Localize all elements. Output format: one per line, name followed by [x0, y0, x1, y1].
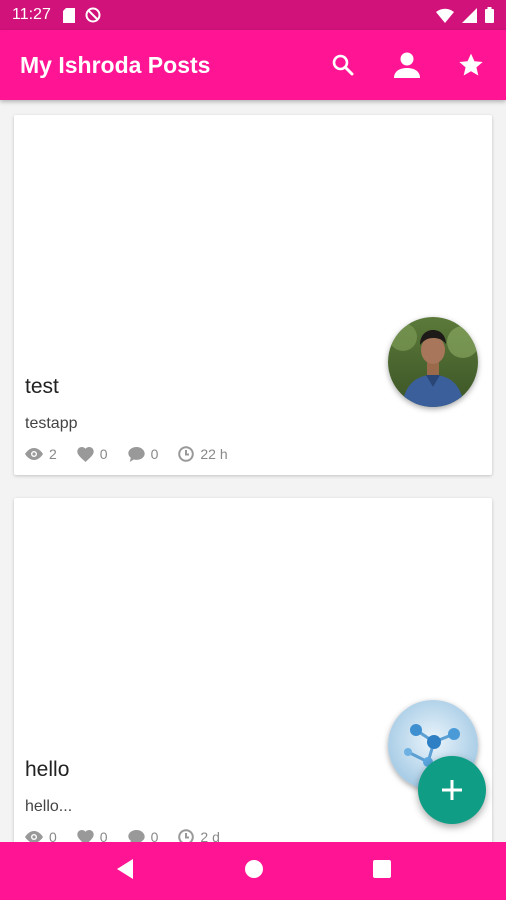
likes-count: 0 [99, 446, 108, 462]
heart-icon [77, 446, 94, 462]
heart-icon [77, 829, 94, 842]
comment-icon [127, 829, 145, 842]
comments-stat[interactable]: 0 [127, 446, 159, 462]
comments-stat[interactable]: 0 [127, 829, 159, 842]
home-icon [244, 859, 263, 878]
back-button[interactable] [115, 858, 135, 885]
app-bar: My Ishroda Posts [0, 30, 506, 100]
post-age: 22 h [200, 446, 228, 462]
comments-count: 0 [150, 829, 159, 842]
person-icon[interactable] [392, 50, 422, 80]
post-excerpt: hello... [25, 798, 73, 815]
add-post-button[interactable] [418, 756, 486, 824]
post-stats: 0 0 0 2 d [25, 829, 240, 842]
age-stat: 22 h [178, 446, 228, 462]
status-time: 11:27 [12, 6, 51, 23]
page-title: My Ishroda Posts [20, 51, 211, 78]
views-stat: 2 [25, 446, 57, 462]
status-bar: 11:27 [0, 0, 506, 30]
likes-stat[interactable]: 0 [77, 446, 108, 462]
clock-icon [178, 829, 195, 842]
no-disturb-icon [85, 7, 101, 23]
post-card[interactable]: test testapp 2 0 0 22 h [14, 115, 492, 475]
eye-icon [25, 831, 43, 842]
system-nav-bar [0, 842, 506, 900]
comments-count: 0 [150, 446, 159, 462]
signal-icon [462, 7, 477, 23]
comment-icon [127, 446, 145, 462]
search-icon[interactable] [328, 50, 358, 80]
recents-button[interactable] [373, 859, 392, 883]
views-count: 0 [49, 829, 57, 842]
post-age: 2 d [200, 829, 220, 842]
post-title: hello [25, 758, 70, 781]
recents-icon [373, 859, 392, 878]
views-count: 2 [49, 446, 57, 462]
likes-count: 0 [99, 829, 108, 842]
star-icon[interactable] [456, 50, 486, 80]
posts-feed[interactable]: test testapp 2 0 0 22 h hello hello... 0… [0, 100, 506, 842]
wifi-icon [436, 8, 454, 23]
age-stat: 2 d [178, 829, 220, 842]
sd-card-icon [62, 7, 75, 23]
home-button[interactable] [244, 859, 264, 884]
plus-icon [442, 780, 462, 800]
likes-stat[interactable]: 0 [77, 829, 108, 842]
back-icon [116, 858, 133, 879]
post-title: test [25, 375, 59, 398]
post-stats: 2 0 0 22 h [25, 446, 248, 462]
author-avatar[interactable] [388, 317, 478, 407]
eye-icon [25, 448, 43, 460]
post-excerpt: testapp [25, 415, 78, 432]
views-stat: 0 [25, 829, 57, 842]
battery-icon [485, 7, 494, 23]
clock-icon [178, 446, 195, 462]
